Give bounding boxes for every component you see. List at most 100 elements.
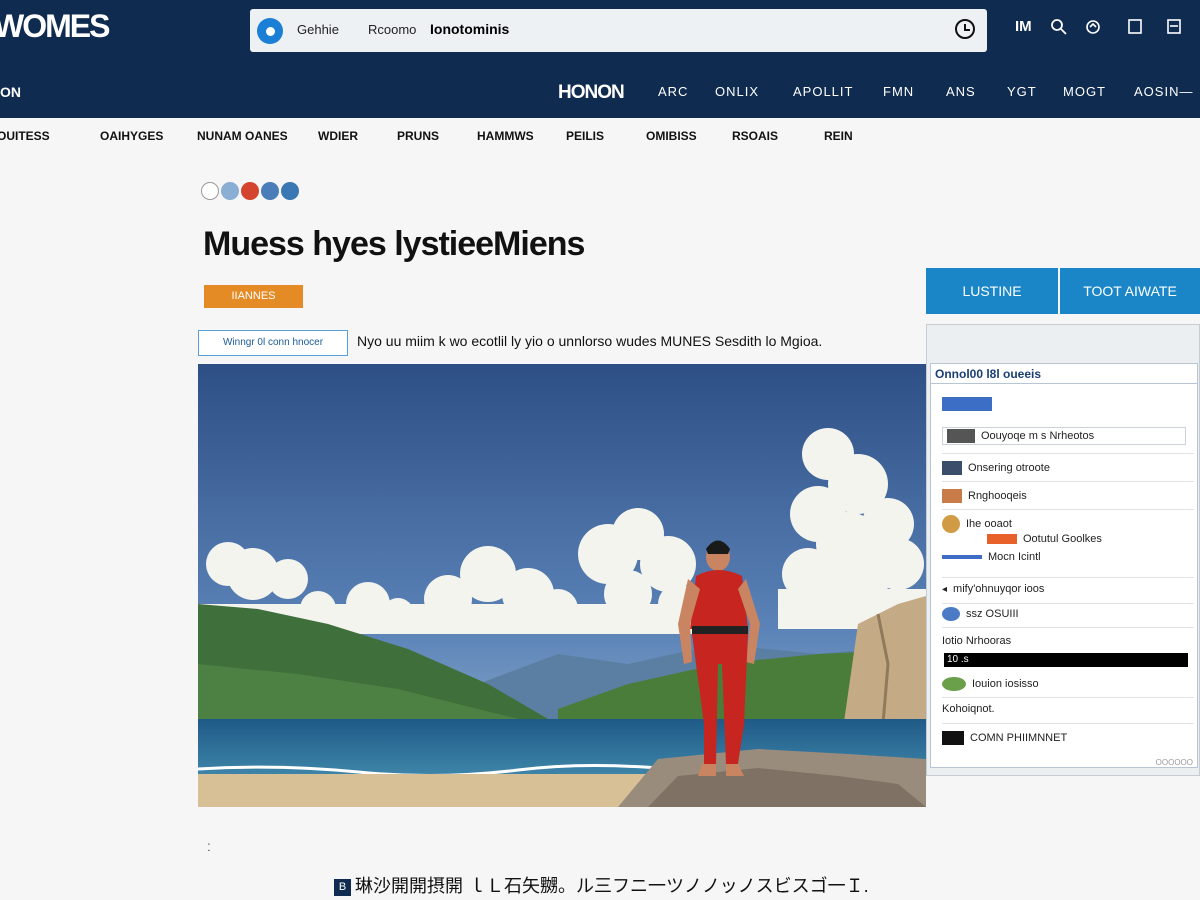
list-item[interactable]: ssz OSUIII [942, 607, 1192, 621]
share-icon[interactable] [1084, 18, 1102, 36]
list-item[interactable]: Ihe ooaot [942, 515, 1192, 533]
nav-item[interactable]: FMN [883, 84, 914, 99]
list-item-label: Rnghooqeis [968, 490, 1027, 502]
panel-title: Onnol00 l8l oueeis [935, 367, 1042, 381]
list-item[interactable]: Iotio Nrhooras [942, 635, 1192, 647]
menu-icon[interactable] [1166, 18, 1182, 36]
category-dot[interactable] [281, 182, 299, 200]
secondary-nav: OUITESS OAIHYGES NUNAM OANES WDIER PRUNS… [0, 118, 1200, 158]
nav-item[interactable]: ARC [658, 84, 688, 99]
list-item-label: Ihe ooaot [966, 518, 1012, 530]
thumbnail [942, 555, 982, 559]
subnav-item[interactable]: WDIER [318, 129, 358, 143]
thumbnail [942, 731, 964, 745]
thumbnail [942, 677, 966, 691]
article-intro: Nyo uu miim k wo ecotlil ly yio o unnlor… [357, 333, 823, 349]
category-dot[interactable] [221, 182, 239, 200]
list-item-label: Iotio Nrhooras [942, 635, 1012, 647]
nav-item[interactable]: YGT [1007, 84, 1037, 99]
row-divider [942, 481, 1194, 482]
section-label[interactable]: ON [0, 84, 21, 100]
list-item-label: Iouion iosisso [972, 678, 1039, 690]
site-logo[interactable]: WOMES [0, 8, 110, 45]
history-clock-icon[interactable] [955, 19, 975, 39]
list-item-label: Oouyoqe m s Nrheotos [981, 430, 1095, 442]
row-divider [942, 697, 1194, 698]
primary-nav: ON HONON ARC ONLIX APOLLIT FMN ANS YGT M… [0, 82, 1200, 106]
panel-divider [930, 383, 1198, 384]
list-item[interactable]: Oouyoqe m s Nrheotos [942, 427, 1186, 445]
footnote-mark: ː [207, 838, 211, 854]
nav-item[interactable]: MOGT [1063, 84, 1106, 99]
bookmark-icon[interactable] [1127, 18, 1143, 36]
footer-badge: B [334, 878, 351, 896]
subnav-item[interactable]: NUNAM OANES [197, 129, 288, 143]
list-item-label: Ootutul Goolkes [1023, 533, 1102, 545]
sidebar-tabs: LUSTINE TOOT AIWATE [926, 268, 1200, 314]
footer-text: 琳沙開開摂開 ｌＬ石矢嬲。ル三フニ一ツノノッノスビスゴ一Ｉ. [355, 876, 869, 896]
nav-item[interactable]: ONLIX [715, 84, 759, 99]
article-footer: B 琳沙開開摂開 ｌＬ石矢嬲。ル三フニ一ツノノッノスビスゴ一Ｉ. [334, 872, 869, 898]
list-item-label: COMN PHIIMNNET [970, 732, 1068, 744]
search-icon[interactable] [1050, 18, 1068, 36]
subnav-item[interactable]: HAMMWS [477, 129, 534, 143]
top-bar: WOMES Gehhie Rcoomo Ionotominis IM ON HO… [0, 0, 1200, 118]
im-button[interactable]: IM [1015, 18, 1032, 35]
row-divider [942, 509, 1194, 510]
row-divider [942, 453, 1194, 454]
category-dot[interactable] [241, 182, 259, 200]
subnav-item[interactable]: OAIHYGES [100, 129, 163, 143]
list-item-label: Kohoiqnot. [942, 703, 995, 715]
list-item-label: ssz OSUIII [966, 608, 1019, 620]
article-headline: Muess hyes lystieeMiens [203, 225, 585, 263]
thumbnail [942, 607, 960, 621]
outline-button[interactable]: Winngr 0l conn hnocer [198, 330, 348, 356]
subnav-item[interactable]: PEILIS [566, 129, 604, 143]
panel-footer-mark: OOOOOO [1155, 758, 1193, 767]
sidebar-panel: Onnol00 l8l oueeis Oouyoqe m s Nrheotos … [926, 324, 1200, 776]
list-item[interactable]: Onsering otroote [942, 461, 1192, 475]
nav-item[interactable]: ANS [946, 84, 976, 99]
thumbnail [942, 515, 960, 533]
list-item-label: mify'ohnuyqor ioos [953, 583, 1045, 595]
nav-item[interactable]: AOSIN— [1134, 84, 1193, 99]
thumbnail [942, 489, 962, 503]
list-item[interactable]: Rnghooqeis [942, 489, 1192, 503]
search-scope[interactable]: Gehhie [297, 22, 339, 37]
thumbnail [987, 534, 1017, 544]
list-item[interactable]: COMN PHIIMNNET [942, 731, 1192, 745]
row-divider [942, 627, 1194, 628]
list-item[interactable]: Kohoiqnot. [942, 703, 1192, 715]
list-item[interactable] [942, 397, 1192, 411]
category-dot[interactable] [201, 182, 219, 200]
subnav-item[interactable]: REIN [824, 129, 853, 143]
search-query[interactable]: Ionotominis [430, 21, 509, 37]
thumbnail [942, 397, 992, 411]
list-item[interactable]: ◂ mify'ohnuyqor ioos [942, 583, 1192, 595]
tab-toot-aiwate[interactable]: TOOT AIWATE [1060, 268, 1200, 314]
list-item-label: Onsering otroote [968, 462, 1050, 474]
list-item[interactable]: Mocn Icintl [942, 551, 1192, 563]
category-dot[interactable] [261, 182, 279, 200]
list-item[interactable]: Iouion iosisso [942, 677, 1192, 691]
row-divider [942, 577, 1194, 578]
assistant-icon[interactable] [257, 18, 283, 44]
nav-item[interactable]: APOLLIT [793, 84, 853, 99]
subnav-item[interactable]: RSOAIS [732, 129, 778, 143]
category-dots [201, 182, 299, 202]
subnav-item[interactable]: PRUNS [397, 129, 439, 143]
hero-image [198, 364, 926, 807]
thumbnail [942, 461, 962, 475]
subnav-item[interactable]: OMIBISS [646, 129, 697, 143]
thumbnail [947, 429, 975, 443]
tab-lustine[interactable]: LUSTINE [926, 268, 1058, 314]
row-divider [942, 603, 1194, 604]
highlight-bar[interactable]: 10 .s [944, 653, 1188, 667]
row-divider [942, 723, 1194, 724]
article-tag[interactable]: IIANNES [204, 285, 303, 308]
subnav-item[interactable]: OUITESS [0, 129, 50, 143]
list-item[interactable]: Ootutul Goolkes [987, 533, 1200, 545]
brand-link[interactable]: HONON [558, 82, 625, 104]
search-bar[interactable]: Gehhie Rcoomo Ionotominis [250, 9, 987, 52]
bullet-icon: ◂ [942, 583, 948, 595]
